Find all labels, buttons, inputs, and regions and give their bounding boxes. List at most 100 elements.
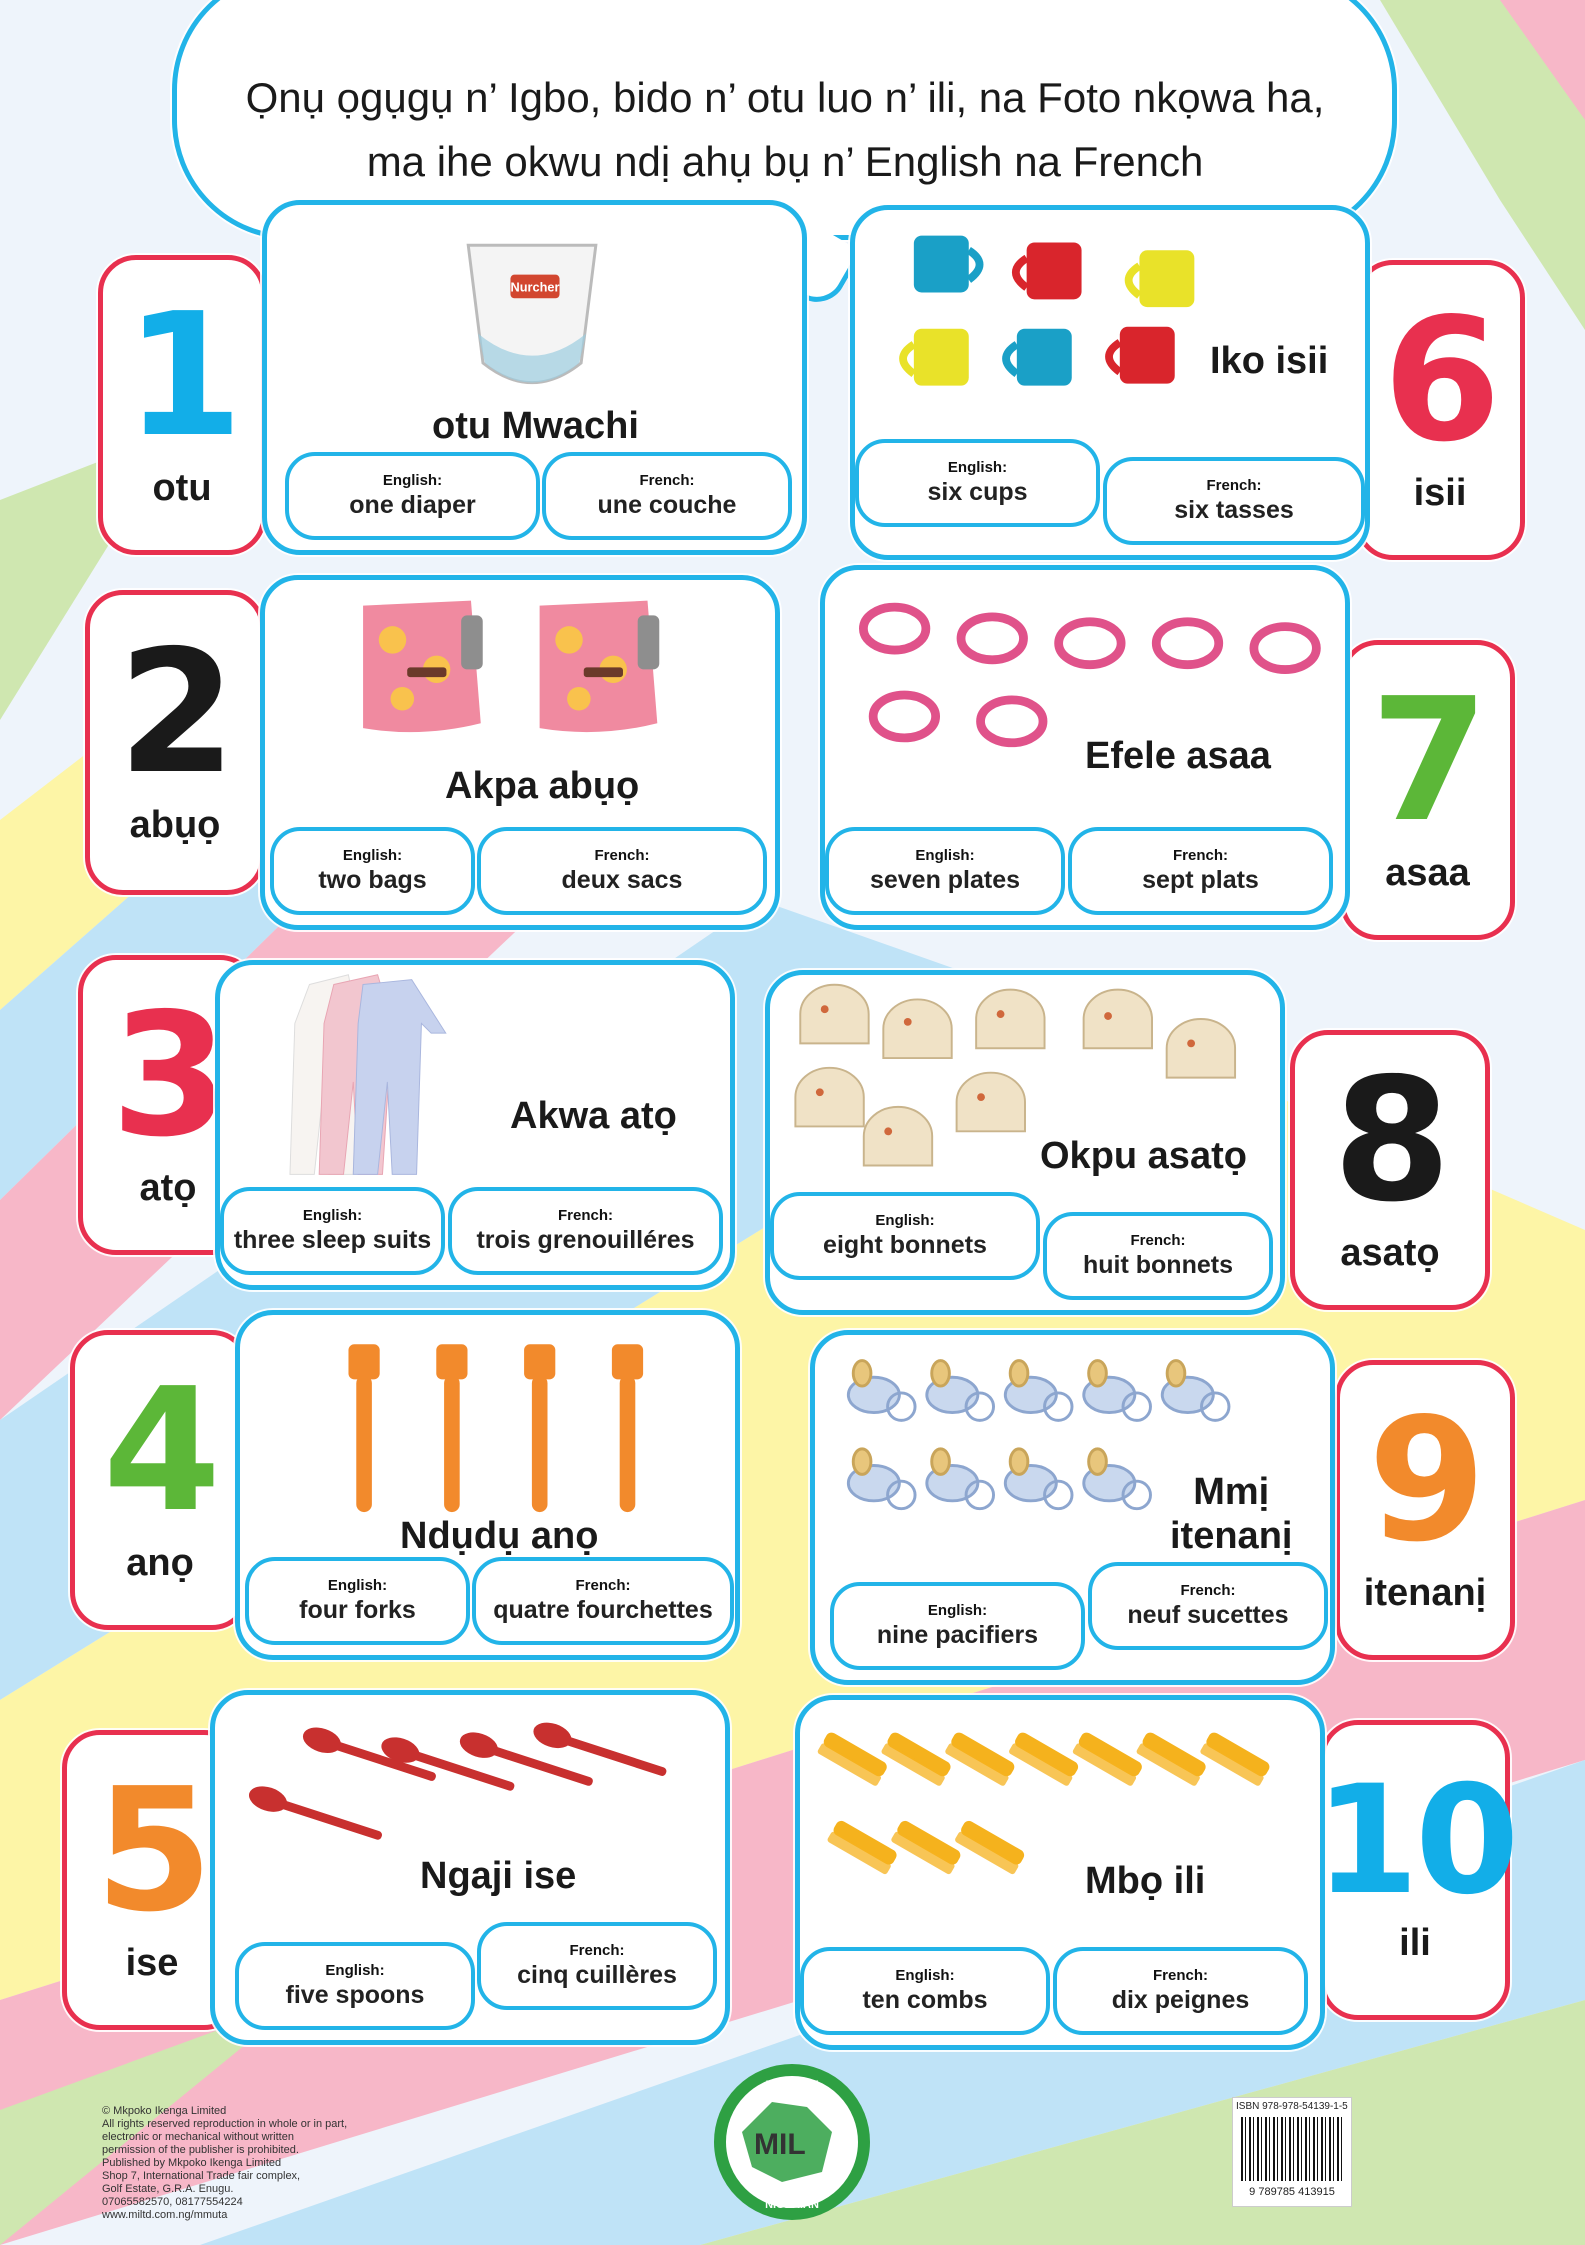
footer-line: www.miltd.com.ng/mmuta: [102, 2209, 228, 2221]
english-value: three sleep suits: [233, 1226, 432, 1254]
english-label: English:: [325, 1962, 385, 1979]
french-translation: French: six tasses: [1103, 457, 1365, 545]
english-translation: English: ten combs: [800, 1947, 1050, 2035]
footer-line: All rights reserved reproduction in whol…: [102, 2118, 348, 2130]
picture-card-10: Mbọ ili English: ten combs French: dix p…: [795, 1695, 1325, 2050]
igbo-phrase: Akpa abụọ: [445, 765, 640, 807]
english-translation: English: four forks: [245, 1557, 470, 1645]
picture-card-5: Ngaji ise English: five spoons French: c…: [210, 1690, 730, 2045]
fork-icon: [240, 1315, 735, 1539]
igbo-phrase: Iko isii: [1210, 340, 1329, 382]
english-label: English:: [927, 1602, 988, 1619]
french-translation: French: deux sacs: [477, 827, 767, 915]
number-word: ili: [1399, 1921, 1431, 1964]
english-value: five spoons: [285, 1981, 425, 2009]
english-label: English:: [342, 847, 403, 864]
numeral: 7: [1370, 661, 1488, 860]
french-label: French:: [639, 472, 695, 489]
french-translation: French: une couche: [542, 452, 792, 540]
numeral: 4: [102, 1351, 221, 1550]
footer-line: Shop 7, International Trade fair complex…: [102, 2170, 301, 2182]
number-word: abụọ: [129, 804, 221, 846]
english-label: English:: [947, 459, 1008, 476]
french-value: neuf sucettes: [1127, 1601, 1289, 1629]
picture-card-2: Akpa abụọ English: two bags French: deux…: [260, 575, 780, 930]
french-value: dix peignes: [1111, 1986, 1250, 2014]
number-card-10: 10 ili: [1315, 1720, 1519, 2020]
numeral: 9: [1367, 1381, 1486, 1580]
french-translation: French: neuf sucettes: [1088, 1562, 1328, 1650]
diaper-brand: Nurcher: [511, 279, 560, 294]
numeral: 10: [1314, 1753, 1520, 1928]
sleepsuit-icon: [220, 965, 730, 1189]
english-translation: English: one diaper: [285, 452, 540, 540]
numeral: 2: [117, 614, 236, 812]
number-card-9: 9 itenanị: [1335, 1360, 1515, 1660]
title-line-1: Ọnụ ọgụgụ n’ Igbo, bido n’ otu luo n’ il…: [245, 74, 1325, 121]
english-label: English:: [915, 847, 975, 864]
title-line-2: ma ihe okwu ndị ahụ bụ n’ English na Fre…: [366, 138, 1204, 185]
english-label: English:: [382, 472, 443, 489]
footer-line: 07065582570, 08177554224: [102, 2196, 243, 2208]
number-word: anọ: [126, 1541, 194, 1584]
picture-card-9: Mmị itenanị English: nine pacifiers Fren…: [810, 1330, 1335, 1685]
english-translation: English: seven plates: [825, 827, 1065, 915]
french-value: quatre fourchettes: [493, 1596, 713, 1624]
igbo-phrase: Ngaji ise: [420, 1855, 577, 1897]
english-value: seven plates: [869, 866, 1021, 894]
french-label: French:: [575, 1577, 631, 1594]
numeral: 1: [124, 276, 243, 475]
number-card-4: 4 anọ: [70, 1330, 250, 1630]
picture-card-8: Okpu asatọ English: eight bonnets French…: [765, 970, 1285, 1315]
cup-icon: [855, 210, 1365, 438]
number-word: asatọ: [1340, 1231, 1440, 1274]
french-value: trois grenouilléres: [476, 1226, 695, 1254]
numeral: 8: [1332, 1041, 1451, 1240]
igbo-phrase-line-1: Mmị: [1193, 1471, 1270, 1513]
comb-icon: [800, 1700, 1320, 1928]
french-value: deux sacs: [561, 866, 683, 894]
number-word: asaa: [1385, 851, 1470, 894]
english-translation: English: eight bonnets: [770, 1192, 1040, 1280]
english-label: English:: [327, 1577, 388, 1594]
french-translation: French: huit bonnets: [1043, 1212, 1273, 1300]
number-word: itenanị: [1363, 1571, 1487, 1614]
igbo-phrase-line-2: itenanị: [1170, 1515, 1293, 1557]
english-translation: English: five spoons: [235, 1942, 475, 2030]
english-label: English:: [895, 1967, 955, 1984]
proudly-nigerian-logo: PROUDLY NIGERIAN MIL: [712, 2062, 872, 2222]
footer-line: Golf Estate, G.R.A. Enugu.: [102, 2183, 234, 2195]
english-label: English:: [302, 1207, 363, 1224]
french-label: French:: [1130, 1232, 1186, 1249]
number-card-1: 1 otu: [98, 255, 266, 555]
french-label: French:: [1180, 1582, 1236, 1599]
french-value: six tasses: [1174, 496, 1294, 524]
english-value: nine pacifiers: [876, 1621, 1039, 1649]
english-value: two bags: [318, 866, 427, 894]
igbo-phrase: otu Mwachi: [432, 405, 639, 447]
copyright-notice: © Mkpoko Ikenga Limited All rights reser…: [102, 2105, 402, 2222]
footer-line: electronic or mechanical without written: [102, 2131, 294, 2143]
logo-ring-top: PROUDLY: [766, 2079, 819, 2091]
english-label: English:: [875, 1212, 935, 1229]
english-translation: English: two bags: [270, 827, 475, 915]
footer-line: © Mkpoko Ikenga Limited: [102, 2105, 227, 2117]
igbo-phrase: Mbọ ili: [1085, 1860, 1206, 1902]
igbo-phrase: Akwa atọ: [510, 1095, 677, 1137]
diaper-icon: Nurcher: [267, 205, 802, 433]
barcode-digits: 9 789785 413915: [1249, 2186, 1335, 2198]
picture-card-4: Ndụdụ anọ English: four forks French: qu…: [235, 1310, 740, 1660]
french-label: French:: [1152, 1967, 1208, 1984]
page-title: Ọnụ ọgụgụ n’ Igbo, bido n’ otu luo n’ il…: [185, 66, 1385, 194]
french-value: une couche: [597, 491, 737, 519]
french-label: French:: [594, 847, 650, 864]
number-card-2: 2 abụọ: [85, 590, 265, 895]
french-translation: French: trois grenouilléres: [448, 1187, 723, 1275]
footer-line: permission of the publisher is prohibite…: [102, 2144, 299, 2156]
logo-text: MIL: [754, 2128, 806, 2161]
french-label: French:: [1206, 477, 1262, 494]
english-value: eight bonnets: [823, 1231, 987, 1259]
french-value: sept plats: [1142, 866, 1259, 894]
number-card-8: 8 asatọ: [1290, 1030, 1490, 1310]
picture-card-7: Efele asaa English: seven plates French:…: [820, 565, 1350, 930]
